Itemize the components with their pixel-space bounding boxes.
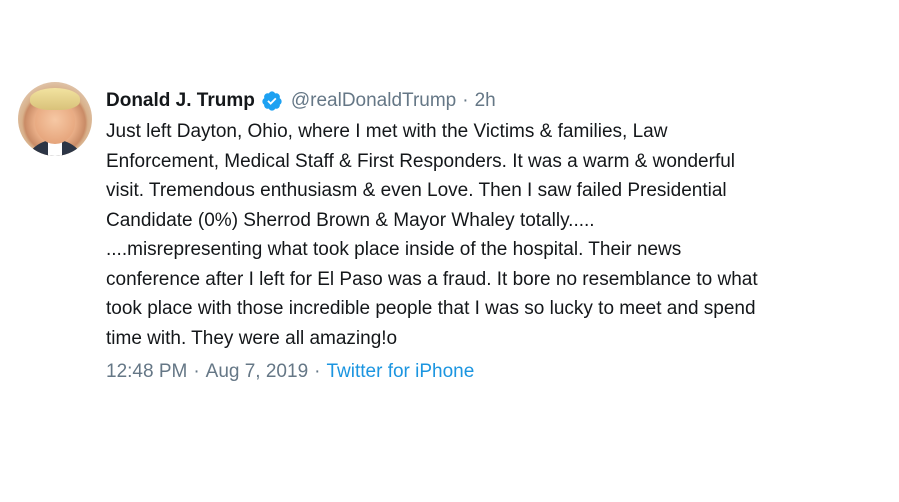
avatar[interactable] <box>18 82 92 156</box>
header-separator: · <box>462 90 469 111</box>
tweet-time[interactable]: 12:48 PM <box>106 361 187 383</box>
author-handle[interactable]: @realDonaldTrump <box>291 90 456 112</box>
avatar-hair <box>30 88 80 110</box>
tweet-text-line: took place with those incredible people … <box>106 298 756 319</box>
tweet-text-line: ....misrepresenting what took place insi… <box>106 239 682 260</box>
tweet-text-line: Enforcement, Medical Staff & First Respo… <box>106 150 736 172</box>
tweet-text-line: conference after I left for El Paso was … <box>106 268 758 290</box>
tweet-text-line: Just left Dayton, Ohio, where I met with… <box>106 121 668 142</box>
relative-time[interactable]: 2h <box>475 90 496 112</box>
meta-separator: · <box>193 361 200 382</box>
tweet-date[interactable]: Aug 7, 2019 <box>206 361 308 383</box>
tweet-text-line: time with. They were all amazing!o <box>106 327 398 349</box>
tweet-text-line: Candidate (0%) Sherrod Brown & Mayor Wha… <box>106 209 595 231</box>
tweet-text-line: visit. Tremendous enthusiasm & even Love… <box>106 180 727 201</box>
verified-badge-icon <box>261 90 283 112</box>
tweet-source-link[interactable]: Twitter for iPhone <box>326 361 474 383</box>
meta-separator: · <box>314 361 321 382</box>
tweet-card: Donald J. Trump @realDonaldTrump · 2h Ju… <box>0 72 899 402</box>
tweet-meta: 12:48 PM · Aug 7, 2019 · Twitter for iPh… <box>106 359 474 385</box>
tweet-header: Donald J. Trump @realDonaldTrump · 2h <box>106 88 496 114</box>
author-name[interactable]: Donald J. Trump <box>106 90 255 112</box>
tweet-text: Just left Dayton, Ohio, where I met with… <box>106 117 891 353</box>
